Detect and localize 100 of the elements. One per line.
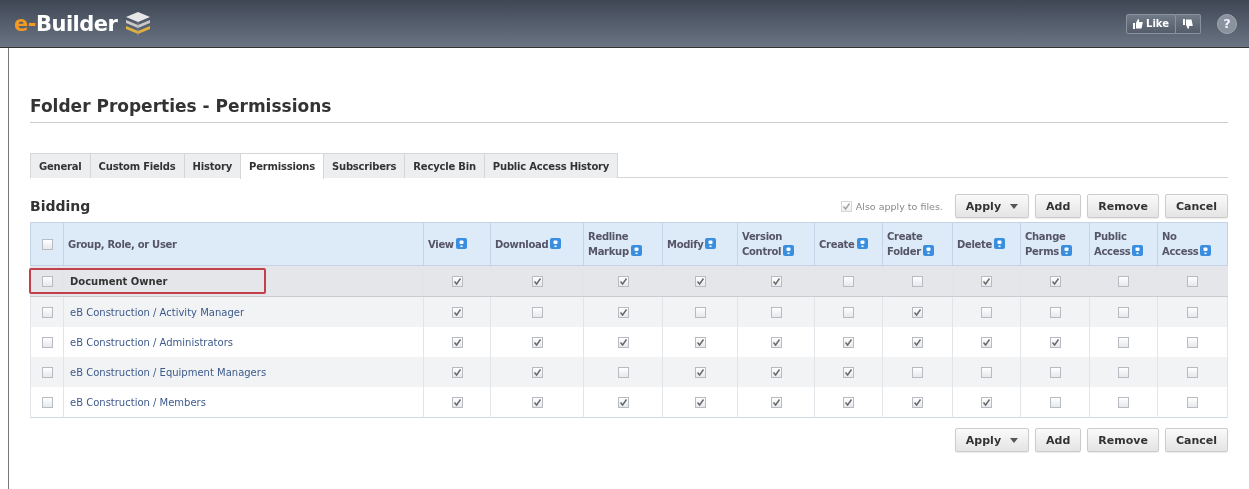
checkbox[interactable] xyxy=(1187,306,1198,318)
help-icon[interactable] xyxy=(1060,245,1072,256)
column-header: Delete xyxy=(957,238,993,250)
checkbox[interactable] xyxy=(981,275,992,287)
checkbox[interactable] xyxy=(912,366,923,378)
column-header: No Access xyxy=(1162,231,1199,257)
checkbox[interactable] xyxy=(531,275,543,287)
checkbox[interactable] xyxy=(981,366,992,378)
checkbox[interactable] xyxy=(770,306,782,318)
checkbox[interactable] xyxy=(41,366,53,378)
button[interactable]: Add xyxy=(1035,428,1082,452)
checkbox[interactable] xyxy=(1118,275,1129,287)
checkbox[interactable] xyxy=(912,306,923,318)
checkbox[interactable] xyxy=(617,275,629,287)
checkbox[interactable] xyxy=(770,366,782,378)
checkbox[interactable] xyxy=(1118,366,1129,378)
checkbox[interactable] xyxy=(840,200,852,212)
tab[interactable]: History xyxy=(183,153,241,178)
checkbox[interactable] xyxy=(843,306,854,318)
checkbox[interactable] xyxy=(1187,336,1198,348)
checkbox[interactable] xyxy=(694,275,706,287)
checkbox[interactable] xyxy=(981,336,992,348)
checkbox[interactable] xyxy=(1049,396,1061,408)
dropdown-button[interactable]: Apply xyxy=(954,194,1030,218)
button[interactable]: Cancel xyxy=(1164,428,1228,452)
help-icon[interactable] xyxy=(455,237,467,249)
checkbox[interactable] xyxy=(41,306,53,318)
group-link[interactable]: eB Construction / Members xyxy=(70,396,206,408)
checkbox[interactable] xyxy=(451,306,463,318)
logo: e-Builder xyxy=(14,11,118,36)
checkbox[interactable] xyxy=(912,396,923,408)
column-header: Public Access xyxy=(1094,231,1131,257)
checkbox[interactable] xyxy=(770,275,782,287)
help-icon[interactable] xyxy=(1200,245,1212,256)
help-icon[interactable] xyxy=(630,245,642,256)
tab[interactable]: Subscribers xyxy=(323,153,406,178)
tab[interactable]: General xyxy=(30,153,91,178)
checkbox[interactable] xyxy=(451,275,463,287)
checkbox[interactable] xyxy=(770,336,782,348)
group-link[interactable]: eB Construction / Activity Manager xyxy=(70,306,244,318)
tab[interactable]: Permissions xyxy=(240,153,324,179)
checkbox[interactable] xyxy=(617,336,629,348)
checkbox[interactable] xyxy=(981,396,992,408)
checkbox[interactable] xyxy=(843,275,854,287)
checkbox[interactable] xyxy=(617,366,629,378)
tab[interactable]: Public Access History xyxy=(483,153,619,178)
checkbox[interactable] xyxy=(41,275,53,287)
checkbox[interactable] xyxy=(531,336,543,348)
tab[interactable]: Recycle Bin xyxy=(404,153,485,178)
checkbox[interactable] xyxy=(1049,366,1061,378)
help-icon[interactable] xyxy=(705,237,717,249)
checkbox[interactable] xyxy=(1049,275,1061,287)
checkbox-label: Also apply to files. xyxy=(855,200,943,212)
caret-icon xyxy=(1010,203,1019,209)
group-link[interactable]: eB Construction / Administrators xyxy=(70,336,233,348)
checkbox[interactable] xyxy=(1049,336,1061,348)
checkbox[interactable] xyxy=(981,306,992,318)
checkbox[interactable] xyxy=(694,396,706,408)
help-icon[interactable] xyxy=(550,237,562,249)
help-icon[interactable] xyxy=(783,245,795,256)
button[interactable]: Cancel xyxy=(1164,194,1228,218)
help-icon[interactable] xyxy=(1132,245,1144,256)
checkbox[interactable] xyxy=(1187,275,1198,287)
help-icon[interactable] xyxy=(994,237,1006,249)
checkbox[interactable] xyxy=(1049,306,1061,318)
checkbox[interactable] xyxy=(531,306,543,318)
help-icon[interactable] xyxy=(856,237,868,249)
checkbox[interactable] xyxy=(617,306,629,318)
help-icon[interactable] xyxy=(922,245,934,256)
button[interactable]: Remove xyxy=(1087,194,1159,218)
checkbox[interactable] xyxy=(694,366,706,378)
checkbox[interactable] xyxy=(451,396,463,408)
button[interactable]: Add xyxy=(1035,194,1082,218)
checkbox[interactable] xyxy=(843,396,854,408)
checkbox[interactable] xyxy=(451,366,463,378)
checkbox[interactable] xyxy=(41,239,53,250)
checkbox[interactable] xyxy=(531,366,543,378)
checkbox[interactable] xyxy=(1118,306,1129,318)
checkbox[interactable] xyxy=(843,336,854,348)
dislike-button[interactable] xyxy=(1176,13,1201,34)
checkbox[interactable] xyxy=(843,366,854,378)
column-header: Change Perms xyxy=(1025,231,1066,257)
checkbox[interactable] xyxy=(617,396,629,408)
checkbox[interactable] xyxy=(912,336,923,348)
checkbox[interactable] xyxy=(694,336,706,348)
checkbox[interactable] xyxy=(1187,366,1198,378)
checkbox[interactable] xyxy=(770,396,782,408)
checkbox[interactable] xyxy=(1118,336,1129,348)
checkbox[interactable] xyxy=(451,336,463,348)
checkbox[interactable] xyxy=(1118,396,1129,408)
button[interactable]: Remove xyxy=(1087,428,1159,452)
checkbox[interactable] xyxy=(1187,396,1198,408)
checkbox[interactable] xyxy=(41,396,53,408)
dropdown-button[interactable]: Apply xyxy=(954,428,1030,452)
checkbox[interactable] xyxy=(912,275,923,287)
tab[interactable]: Custom Fields xyxy=(89,153,185,178)
checkbox[interactable] xyxy=(41,336,53,348)
like-button[interactable]: Like xyxy=(1126,13,1176,34)
checkbox[interactable] xyxy=(531,396,543,408)
checkbox[interactable] xyxy=(694,306,706,318)
